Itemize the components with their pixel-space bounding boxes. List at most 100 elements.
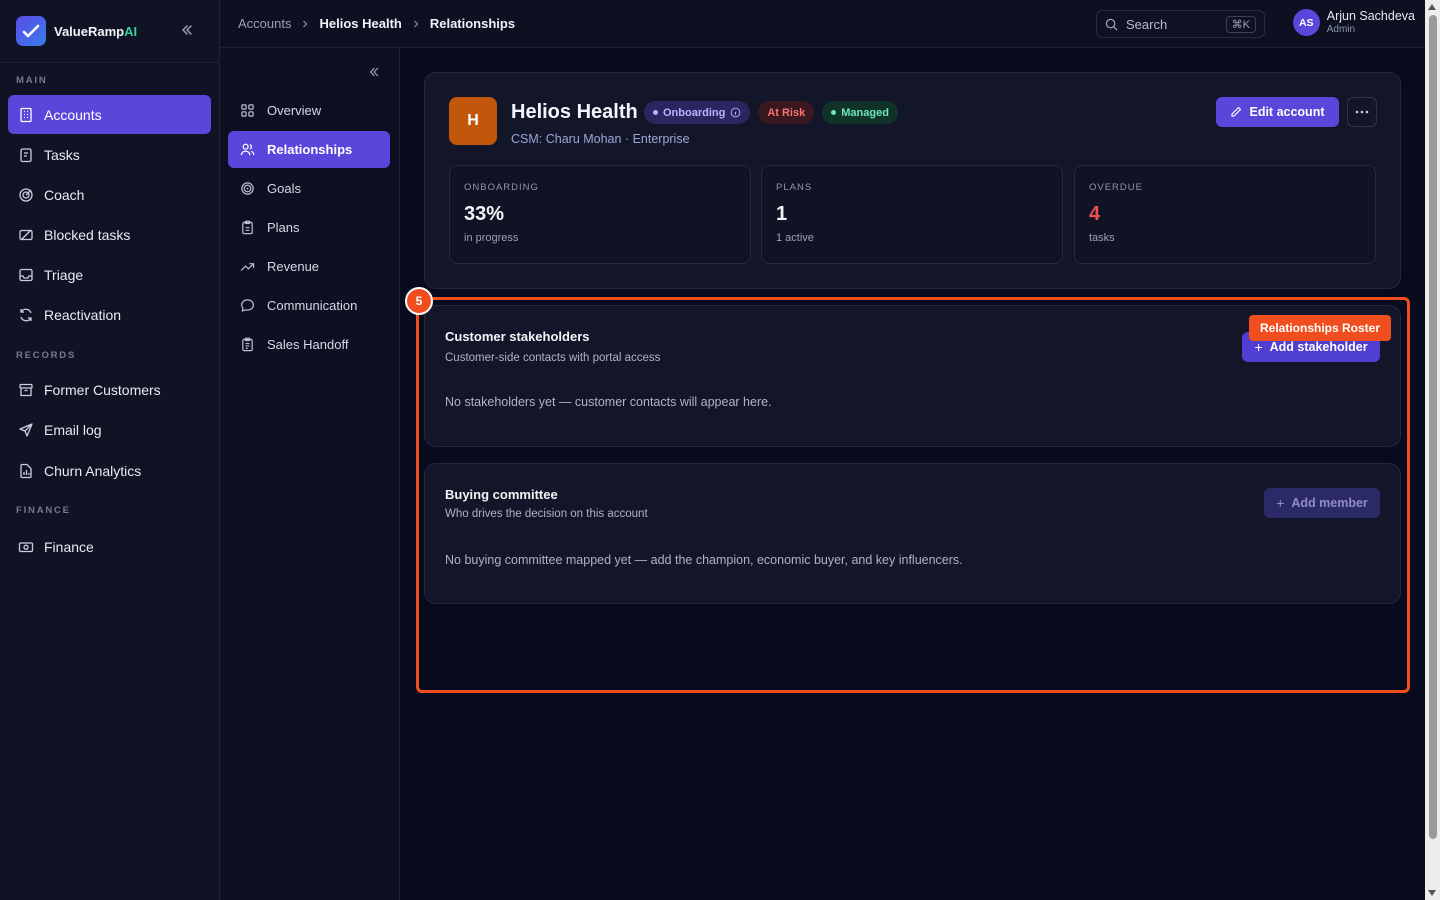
archive-icon (19, 383, 33, 397)
breadcrumb-accounts[interactable]: Accounts (238, 16, 291, 31)
sidebar-item-finance[interactable]: Finance (8, 527, 211, 566)
collapse-sidebar-icon[interactable] (179, 22, 195, 38)
chart-file-icon (20, 463, 32, 478)
breadcrumb-current: Relationships (429, 16, 516, 31)
stat-value: 4 (1089, 203, 1101, 225)
clipboard-icon (242, 220, 253, 235)
user-role: Admin (1326, 24, 1356, 35)
account-badges: Onboarding At Risk Managed (644, 101, 898, 124)
vertical-scrollbar[interactable] (1425, 0, 1440, 900)
account-logo: H (449, 97, 497, 145)
chevron-right-icon (413, 20, 419, 27)
refresh-icon (20, 308, 32, 321)
target-icon (19, 187, 33, 202)
stat-card-overdue: OVERDUE 4 tasks (1074, 165, 1376, 264)
plus-icon: + (1254, 339, 1263, 355)
clipboard-list-icon (242, 337, 253, 352)
subnav-item-communication[interactable]: Communication (228, 287, 390, 324)
send-icon (19, 423, 33, 437)
sidebar-item-triage[interactable]: Triage (8, 255, 211, 294)
stakeholders-description: Customer-side contacts with portal acces… (445, 352, 661, 364)
trending-up-icon (240, 263, 255, 271)
breadcrumb-account[interactable]: Helios Health (319, 16, 401, 31)
stat-label: ONBOARDING (464, 182, 539, 193)
section-label-records: RECORDS (16, 350, 77, 361)
sidebar-item-blocked-tasks[interactable]: Blocked tasks (8, 215, 211, 254)
banknote-icon (18, 541, 34, 552)
search-placeholder: Search (1126, 16, 1168, 32)
stat-label: OVERDUE (1089, 182, 1143, 193)
sidebar-item-former-customers[interactable]: Former Customers (8, 371, 211, 409)
edit-account-button[interactable]: Edit account (1216, 97, 1339, 127)
subnav-item-goals[interactable]: Goals (228, 170, 390, 207)
more-options-button[interactable] (1347, 97, 1377, 127)
scrollbar-thumb[interactable] (1429, 15, 1437, 839)
logo-icon (16, 16, 46, 46)
avatar: AS (1292, 9, 1320, 36)
account-subnav: Overview Relationships Goals Plans Reven… (220, 48, 400, 900)
more-horizontal-icon (1355, 110, 1369, 114)
sidebar-item-tasks[interactable]: Tasks (8, 135, 211, 174)
users-icon (240, 143, 255, 156)
target-icon (241, 182, 254, 195)
section-label-finance: FINANCE (16, 505, 71, 516)
subnav-item-revenue[interactable]: Revenue (228, 248, 390, 285)
stat-label: PLANS (776, 182, 813, 193)
collapse-subnav-icon[interactable] (367, 65, 381, 79)
highlight-number-badge: 5 (405, 287, 433, 315)
brand-name: ValueRampAI (54, 23, 138, 39)
user-name: Arjun Sachdeva (1326, 9, 1415, 23)
search-input[interactable]: Search ⌘K (1096, 10, 1265, 38)
sidebar-item-coach[interactable]: Coach (8, 175, 211, 214)
account-header-card: H Helios Health Onboarding At Risk Manag… (424, 72, 1401, 289)
pencil-icon (1231, 106, 1242, 117)
sidebar-item-accounts[interactable]: Accounts (8, 95, 211, 134)
subnav-item-plans[interactable]: Plans (228, 209, 390, 246)
sidebar-item-email-log[interactable]: Email log (8, 410, 211, 450)
user-menu[interactable]: AS Arjun Sachdeva Admin (1292, 9, 1415, 36)
sidebar-item-churn-analytics[interactable]: Churn Analytics (8, 451, 211, 490)
stat-value: 33% (464, 203, 505, 225)
stat-sub: in progress (464, 232, 519, 244)
stakeholders-empty-state: No stakeholders yet — customer contacts … (445, 395, 772, 409)
stat-card-onboarding: ONBOARDING 33% in progress (449, 165, 751, 264)
stakeholders-title: Customer stakeholders (445, 329, 590, 344)
stat-value: 1 (776, 203, 788, 225)
blocked-ticket-icon (19, 229, 33, 240)
search-icon (1105, 18, 1118, 31)
committee-title: Buying committee (445, 487, 558, 502)
brand[interactable]: ValueRampAI (0, 0, 219, 63)
chevron-right-icon (303, 20, 308, 27)
add-member-button[interactable]: + Add member (1264, 488, 1380, 518)
search-shortcut: ⌘K (1225, 15, 1256, 33)
committee-empty-state: No buying committee mapped yet — add the… (445, 553, 963, 567)
subnav-item-sales-handoff[interactable]: Sales Handoff (228, 326, 390, 363)
subnav-item-overview[interactable]: Overview (228, 92, 390, 129)
info-icon (730, 107, 741, 118)
status-badge-managed: Managed (822, 101, 898, 124)
stat-sub: 1 active (776, 232, 814, 244)
chat-icon (241, 299, 254, 312)
sidebar: ValueRampAI MAIN Accounts Tasks Coach Bl… (0, 0, 220, 900)
status-badge-onboarding[interactable]: Onboarding (644, 101, 751, 124)
main-content: H Helios Health Onboarding At Risk Manag… (400, 48, 1425, 900)
clipboard-icon (20, 147, 32, 162)
buying-committee-card: Buying committee Who drives the decision… (424, 463, 1401, 604)
breadcrumb: Accounts Helios Health Relationships (238, 16, 515, 31)
highlight-label: Relationships Roster (1249, 315, 1392, 341)
section-label-main: MAIN (16, 75, 48, 86)
committee-description: Who drives the decision on this account (445, 508, 648, 520)
scroll-up-arrow-icon[interactable] (1428, 4, 1436, 10)
account-subtitle: CSM: Charu Mohan · Enterprise (511, 132, 690, 146)
subnav-item-relationships[interactable]: Relationships (228, 131, 390, 168)
stat-card-plans: PLANS 1 1 active (761, 165, 1063, 264)
status-badge-risk: At Risk (758, 101, 815, 124)
topbar: Accounts Helios Health Relationships Sea… (220, 0, 1425, 48)
scroll-down-arrow-icon[interactable] (1428, 890, 1436, 896)
inbox-icon (19, 268, 33, 281)
plus-icon: + (1276, 495, 1285, 511)
sidebar-item-reactivation[interactable]: Reactivation (8, 295, 211, 334)
grid-icon (241, 104, 254, 117)
account-name: Helios Health (511, 101, 638, 123)
building-icon (20, 107, 32, 122)
